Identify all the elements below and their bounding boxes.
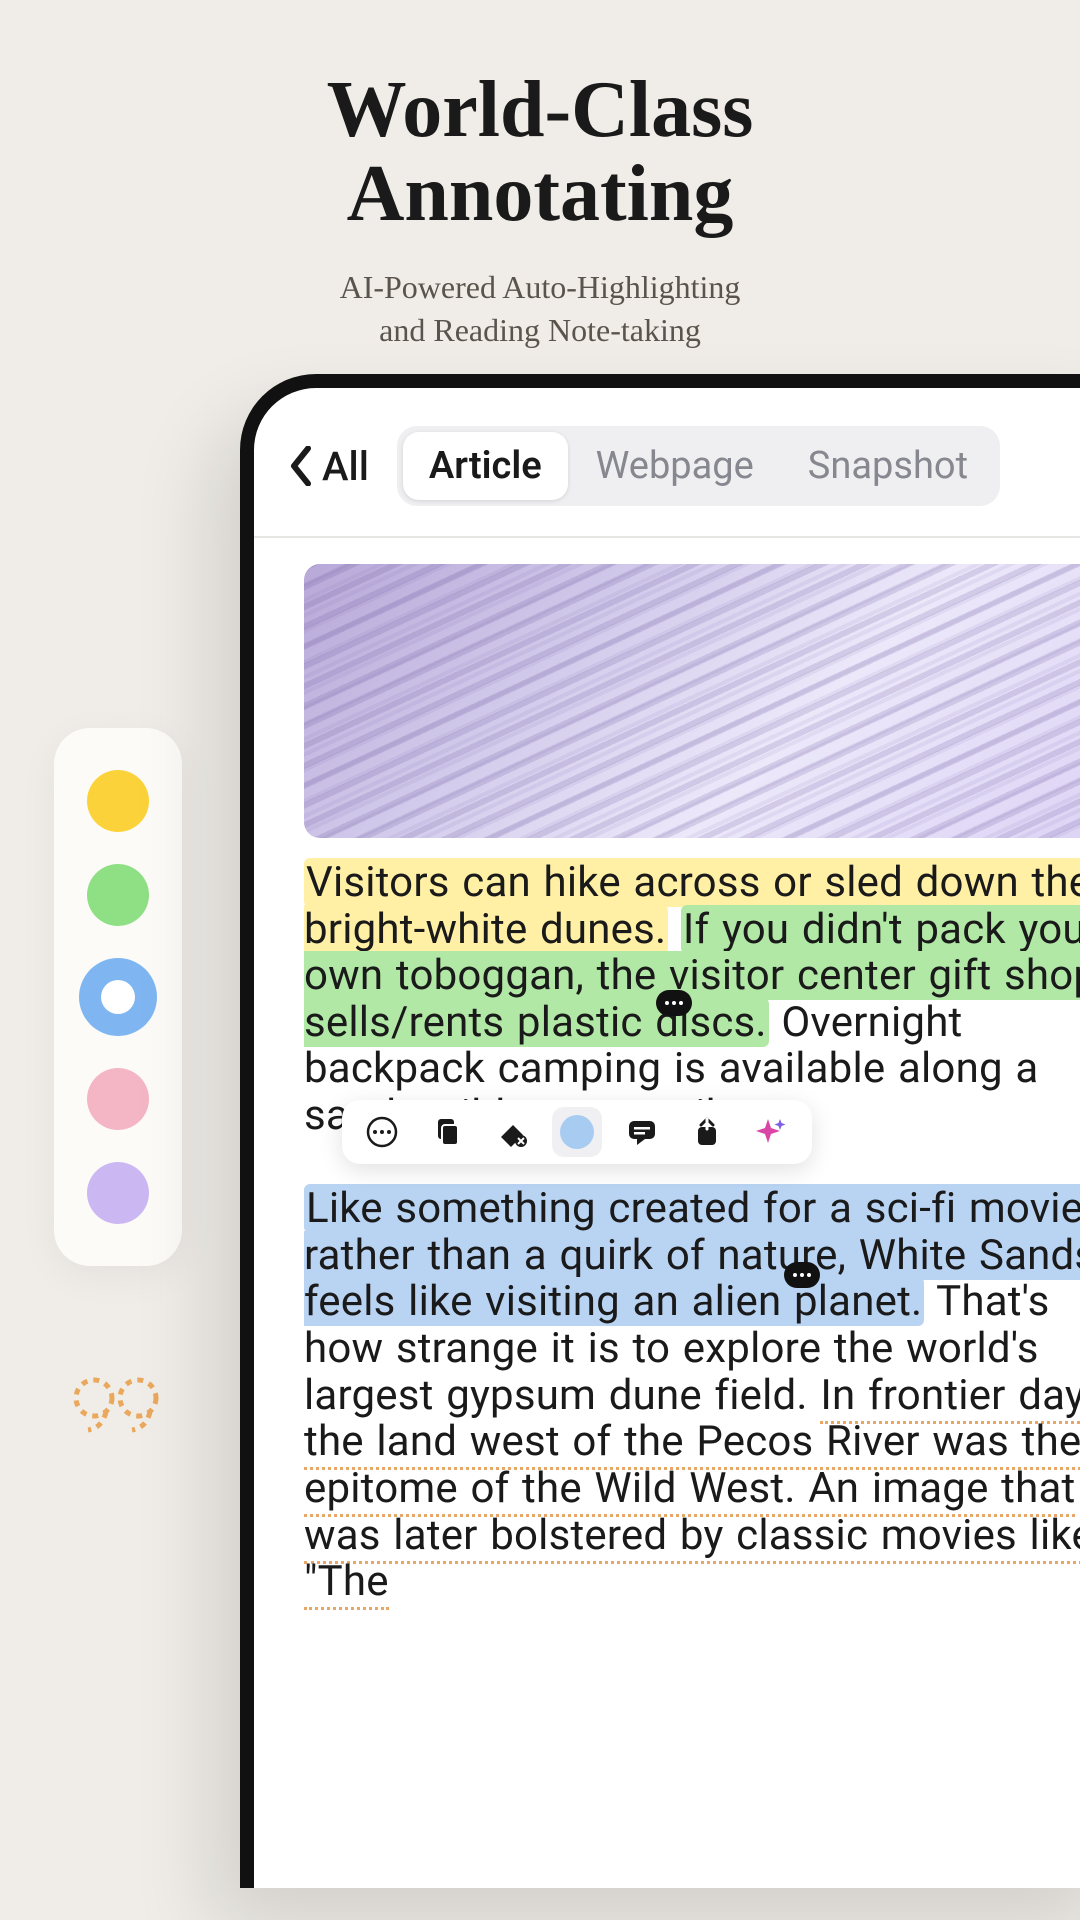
swatch-purple[interactable] bbox=[87, 1162, 149, 1224]
comment-icon bbox=[625, 1115, 659, 1149]
selection-toolbar bbox=[342, 1100, 812, 1164]
copy-icon bbox=[430, 1115, 464, 1149]
hero-title: World-Class Annotating bbox=[0, 68, 1080, 236]
back-label: All bbox=[322, 443, 369, 490]
share-button[interactable] bbox=[682, 1107, 732, 1157]
comment-button[interactable] bbox=[617, 1107, 667, 1157]
swatch-blue[interactable] bbox=[79, 958, 157, 1036]
highlight-color-icon bbox=[560, 1115, 594, 1149]
chevron-left-icon bbox=[288, 446, 314, 486]
ai-button[interactable] bbox=[746, 1107, 796, 1157]
article-body[interactable]: Visitors can hike across or sled down th… bbox=[304, 860, 1080, 1606]
swatch-green[interactable] bbox=[87, 864, 149, 926]
highlight-color-button[interactable] bbox=[552, 1107, 602, 1157]
erase-button[interactable] bbox=[487, 1107, 537, 1157]
tab-snapshot[interactable]: Snapshot bbox=[782, 432, 994, 500]
note-indicator[interactable] bbox=[784, 1262, 820, 1288]
share-icon bbox=[690, 1115, 724, 1149]
eraser-icon bbox=[495, 1115, 529, 1149]
sparkle-icon bbox=[754, 1115, 788, 1149]
tab-webpage[interactable]: Webpage bbox=[570, 432, 780, 500]
tab-article[interactable]: Article bbox=[403, 432, 568, 500]
quotemark-icon bbox=[72, 1368, 162, 1438]
color-palette bbox=[54, 728, 182, 1266]
more-button[interactable] bbox=[357, 1107, 407, 1157]
swatch-pink[interactable] bbox=[87, 1068, 149, 1130]
phone-mockup: All Article Webpage Snapshot Visitors ca… bbox=[240, 374, 1080, 1888]
divider bbox=[254, 536, 1080, 538]
swatch-yellow[interactable] bbox=[87, 770, 149, 832]
back-button[interactable]: All bbox=[288, 443, 387, 490]
note-indicator[interactable] bbox=[656, 990, 692, 1016]
copy-button[interactable] bbox=[422, 1107, 472, 1157]
hero-subtitle: AI-Powered Auto-Highlighting and Reading… bbox=[0, 266, 1080, 352]
tab-group: Article Webpage Snapshot bbox=[397, 426, 1000, 506]
more-icon bbox=[365, 1115, 399, 1149]
article-hero-image bbox=[304, 564, 1080, 838]
nav-row: All Article Webpage Snapshot bbox=[284, 426, 1080, 506]
